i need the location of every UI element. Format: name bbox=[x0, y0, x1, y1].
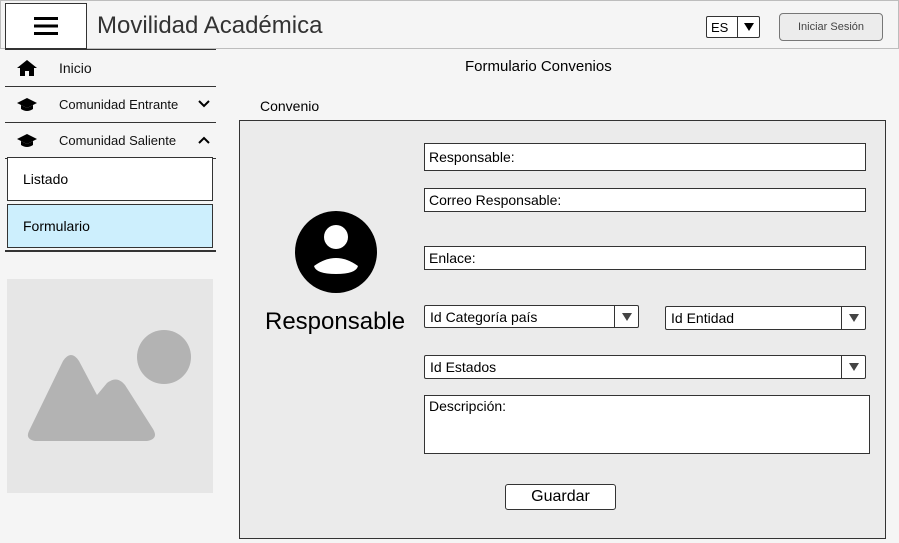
correo-responsable-field[interactable]: Correo Responsable: bbox=[424, 188, 866, 212]
home-icon bbox=[17, 60, 37, 76]
graduation-cap-icon bbox=[17, 134, 37, 147]
language-select[interactable]: ES bbox=[706, 16, 760, 38]
sidebar-item-comunidad-saliente[interactable]: Comunidad Saliente bbox=[5, 122, 216, 159]
dropdown-arrow-icon[interactable] bbox=[737, 17, 759, 37]
select-value: Id Categoría país bbox=[430, 309, 538, 325]
login-button[interactable]: Iniciar Sesión bbox=[779, 13, 883, 41]
select-value: Id Estados bbox=[430, 359, 497, 375]
graduation-cap-icon bbox=[17, 98, 37, 111]
responsable-field[interactable]: Responsable: bbox=[424, 143, 866, 171]
sidebar-item-label: Inicio bbox=[59, 60, 92, 76]
user-avatar-icon bbox=[295, 211, 377, 293]
language-value: ES bbox=[711, 20, 729, 35]
sidebar-item-label: Comunidad Saliente bbox=[59, 133, 177, 148]
sidebar-item-label: Comunidad Entrante bbox=[59, 97, 179, 112]
app-title: Movilidad Académica bbox=[97, 12, 323, 39]
sidebar-item-comunidad-entrante[interactable]: Comunidad Entrante bbox=[5, 86, 216, 124]
categoria-pais-select[interactable]: Id Categoría país bbox=[424, 305, 639, 328]
descripcion-textarea[interactable]: Descripción: bbox=[424, 395, 870, 454]
avatar-label: Responsable bbox=[265, 308, 406, 335]
estados-select[interactable]: Id Estados bbox=[424, 355, 866, 379]
sidebar-item-inicio[interactable]: Inicio bbox=[5, 49, 216, 87]
select-value: Id Entidad bbox=[671, 310, 735, 326]
dropdown-arrow-icon[interactable] bbox=[841, 307, 865, 329]
entidad-select[interactable]: Id Entidad bbox=[665, 306, 866, 330]
section-label: Convenio bbox=[260, 98, 320, 114]
sidebar-divider bbox=[5, 250, 216, 252]
menu-button[interactable] bbox=[5, 3, 87, 49]
chevron-up-icon[interactable] bbox=[198, 135, 210, 145]
dropdown-arrow-icon[interactable] bbox=[841, 356, 865, 378]
enlace-field[interactable]: Enlace: bbox=[424, 246, 866, 270]
hamburger-menu-icon bbox=[34, 17, 58, 35]
sidebar-subitem-listado[interactable]: Listado bbox=[7, 157, 213, 201]
image-placeholder-icon bbox=[27, 330, 191, 441]
dropdown-arrow-icon[interactable] bbox=[614, 306, 638, 327]
sidebar-subitem-formulario[interactable]: Formulario bbox=[7, 204, 213, 248]
page-title: Formulario Convenios bbox=[465, 58, 612, 75]
save-button[interactable]: Guardar bbox=[505, 484, 616, 510]
chevron-down-icon[interactable] bbox=[198, 99, 210, 109]
image-placeholder bbox=[7, 279, 213, 493]
